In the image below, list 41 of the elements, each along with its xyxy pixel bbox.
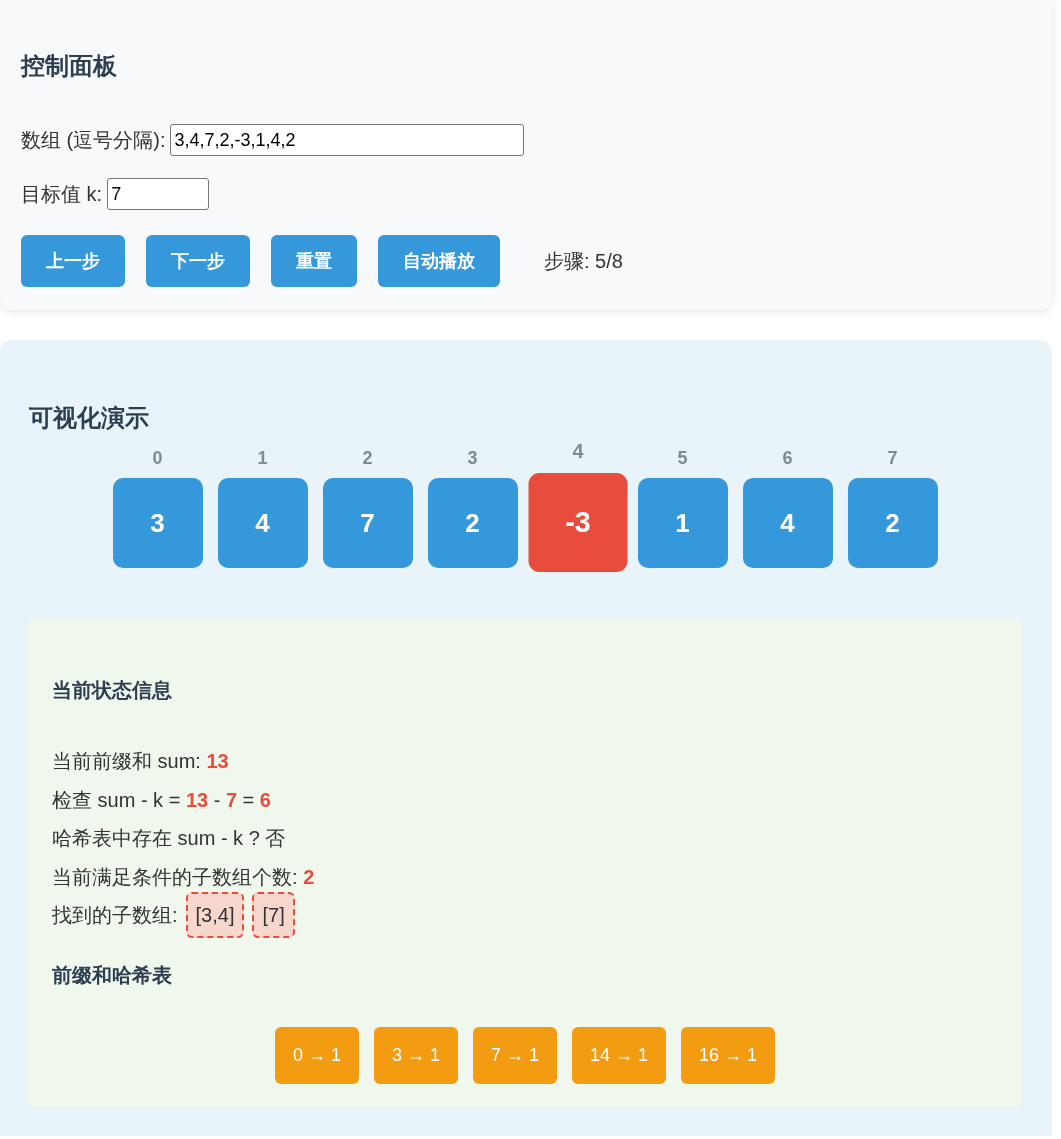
step-counter: 步骤: 5/8: [544, 249, 623, 274]
subarray-tag: [3,4]: [185, 892, 245, 939]
array-element: -3: [528, 473, 627, 573]
status-line: 当前前缀和 sum: 13: [52, 749, 229, 774]
index-label: 5: [677, 447, 688, 469]
array-element: 7: [322, 478, 413, 568]
input-field[interactable]: 3,4,7,2,-3,1,4,2: [170, 124, 525, 156]
status-line: 哈希表中存在 sum - k ? 否: [52, 826, 286, 851]
index-label: 6: [782, 447, 793, 469]
step-button[interactable]: 重置: [271, 235, 357, 287]
step-button[interactable]: 上一步: [21, 235, 125, 287]
field-label: 数组 (逗号分隔):: [21, 128, 166, 153]
array-element: 4: [742, 478, 833, 568]
index-label: 0: [152, 447, 163, 469]
array-element: 1: [637, 478, 728, 568]
hash-entry: 14 → 1: [572, 1026, 667, 1084]
hash-table-title: 前缀和哈希表: [52, 962, 172, 988]
field-label: 目标值 k:: [21, 182, 103, 207]
index-label: 2: [362, 447, 373, 469]
array-element: 2: [427, 478, 518, 568]
hash-entry: 7 → 1: [472, 1026, 557, 1084]
input-field[interactable]: 7: [107, 178, 210, 210]
section-title: 可视化演示: [29, 403, 149, 433]
hash-entry: 3 → 1: [373, 1026, 458, 1084]
step-button[interactable]: 下一步: [146, 235, 250, 287]
info-title: 当前状态信息: [52, 678, 172, 703]
hash-entry: 16 → 1: [681, 1026, 776, 1084]
hash-entry: 0 → 1: [274, 1026, 359, 1084]
status-line: 检查 sum - k = 13 - 7 = 6: [52, 787, 271, 813]
step-button[interactable]: 自动播放: [378, 235, 500, 287]
found-label: 找到的子数组:: [52, 903, 178, 929]
array-element: 2: [847, 478, 938, 568]
index-label: 4: [572, 439, 583, 464]
index-label: 3: [467, 447, 478, 469]
panel-title: 控制面板: [21, 51, 117, 81]
array-element: 3: [112, 478, 203, 568]
index-label: 7: [887, 447, 898, 469]
index-label: 1: [257, 447, 268, 469]
status-line: 当前满足条件的子数组个数: 2: [52, 864, 315, 890]
subarray-tag: [7]: [252, 892, 295, 939]
array-element: 4: [217, 478, 308, 568]
